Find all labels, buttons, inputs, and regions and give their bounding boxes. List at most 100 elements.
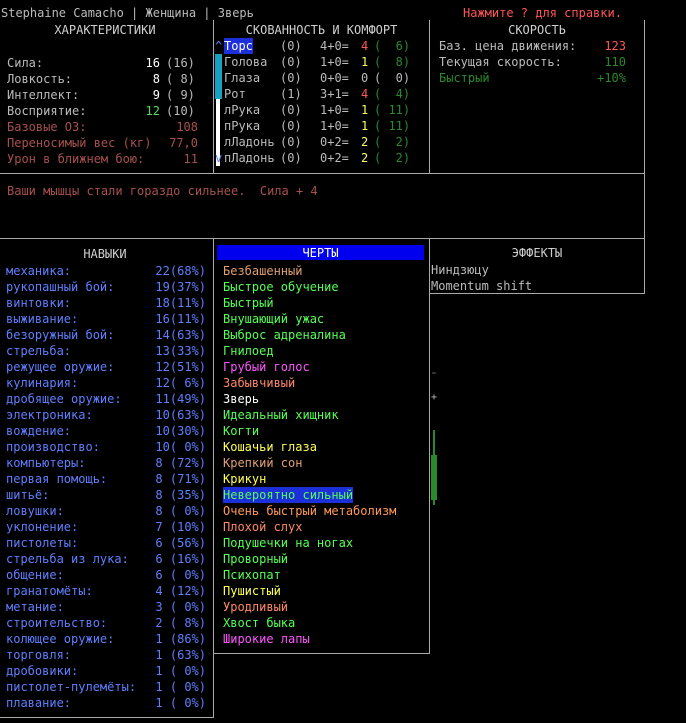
skill-row[interactable]: общение: 6 ( 0%) <box>0 567 210 583</box>
encumbrance-header[interactable]: СКОВАННОСТЬ И КОМФОРТ <box>214 22 429 38</box>
skill-row[interactable]: дробовики: 1 ( 0%) <box>0 663 210 679</box>
trait-row[interactable]: Гнилоед <box>214 343 427 359</box>
characteristics-header[interactable]: ХАРАКТЕРИСТИКИ <box>0 22 210 38</box>
trait-row[interactable]: Грубый голос <box>214 359 427 375</box>
encumbrance-panel: СКОВАННОСТЬ И КОМФОРТ ^ Торс (0) 4+0= 4( 6) … <box>213 20 430 174</box>
traits-scrollbar[interactable]: ¨ + <box>428 370 440 510</box>
trait-row[interactable]: Быстрый <box>214 295 427 311</box>
encumbrance-total: 4 <box>361 39 369 53</box>
scroll-up-arrow-icon[interactable]: ¨ <box>431 370 437 386</box>
skill-value: 8 (71%) <box>155 472 206 486</box>
trait-row[interactable]: Широкие лапы <box>214 631 427 647</box>
encumbrance-row[interactable]: v пЛадонь (0) 0+2= 2 ( 2) <box>214 150 428 166</box>
skill-name: уклонение: <box>6 520 79 534</box>
encumbrance-row[interactable]: ^ Торс (0) 4+0= 4 ( 6) <box>214 38 428 54</box>
body-part-label: Торс <box>224 38 253 54</box>
skill-row[interactable]: компьютеры: 8 (72%) <box>0 455 210 471</box>
trait-row[interactable]: Проворный <box>214 551 427 567</box>
stat-label: Восприятие: <box>7 104 87 118</box>
stat-extra-row: Урон в ближнем бою: 11 <box>0 151 210 167</box>
trait-row[interactable]: Крепкий сон <box>214 455 427 471</box>
trait-row[interactable]: Очень быстрый метаболизм <box>214 503 427 519</box>
encumbrance-row[interactable]: лРука (0) 1+0= 1 ( 11) <box>214 102 428 118</box>
trait-row[interactable]: Безбашенный <box>214 263 427 279</box>
trait-row[interactable]: Плохой слух <box>214 519 427 535</box>
trait-row[interactable]: Идеальный хищник <box>214 407 427 423</box>
encumbrance-row[interactable]: лЛадонь (0) 0+2= 2 ( 2) <box>214 134 428 150</box>
trait-row[interactable]: Хвост быка <box>214 615 427 631</box>
skill-row[interactable]: безоружный бой: 14(63%) <box>0 327 210 343</box>
skill-row[interactable]: метание: 3 ( 0%) <box>0 599 210 615</box>
trait-row[interactable]: Подушечки на ногах <box>214 535 427 551</box>
trait-row[interactable]: Психопат <box>214 567 427 583</box>
skill-row[interactable]: стрельба: 13(33%) <box>0 343 210 359</box>
trait-row[interactable]: Уродливый <box>214 599 427 615</box>
trait-name: Широкие лапы <box>223 632 310 646</box>
skill-row[interactable]: выживание: 16(11%) <box>0 311 210 327</box>
skill-row[interactable]: плавание: 1 ( 0%) <box>0 695 210 711</box>
trait-row[interactable]: Кошачьи глаза <box>214 439 427 455</box>
effects-header[interactable]: ЭФФЕКТЫ <box>430 245 644 261</box>
skill-name: шитьё: <box>6 488 50 502</box>
skill-row[interactable]: гранатомёты: 4 (12%) <box>0 583 210 599</box>
skill-row[interactable]: вождение: 10(30%) <box>0 423 210 439</box>
skill-name: дробовики: <box>6 664 79 678</box>
effect-row[interactable]: Momentum shift <box>430 278 644 294</box>
skill-row[interactable]: пистолет-пулемёты: 1 ( 0%) <box>0 679 210 695</box>
skill-row[interactable]: уклонение: 7 (10%) <box>0 519 210 535</box>
encumbrance-row[interactable]: пРука (0) 1+0= 1 ( 11) <box>214 118 428 134</box>
skill-row[interactable]: электроника: 10(63%) <box>0 407 210 423</box>
traits-header[interactable]: ЧЕРТЫ <box>214 245 427 261</box>
speed-header[interactable]: СКОРОСТЬ <box>430 22 644 38</box>
skill-value: 1 ( 0%) <box>155 680 206 694</box>
scroll-thumb[interactable] <box>431 455 437 500</box>
stat-row[interactable]: Ловкость: 8 ( 8) <box>0 71 210 87</box>
encumbrance-row[interactable]: Голова (0) 1+0= 1 ( 8) <box>214 54 428 70</box>
skill-row[interactable]: торговля: 1 (63%) <box>0 647 210 663</box>
stat-row[interactable]: Восприятие: 12 (10) <box>0 103 210 119</box>
help-hint[interactable]: Нажмите ? для справки. <box>463 5 622 21</box>
skill-name: колющее оружие: <box>6 632 115 646</box>
trait-row[interactable]: Быстрое обучение <box>214 279 427 295</box>
trait-name: Невероятно сильный <box>223 487 354 503</box>
trait-row[interactable]: Крикун <box>214 471 427 487</box>
trait-name: Гнилоед <box>223 344 274 358</box>
skill-row[interactable]: пистолеты: 6 (56%) <box>0 535 210 551</box>
trait-row[interactable]: Когти <box>214 423 427 439</box>
skill-value: 3 ( 0%) <box>155 600 206 614</box>
skill-row[interactable]: дробящее оружие: 11(49%) <box>0 391 210 407</box>
skill-row[interactable]: строительство: 2 ( 8%) <box>0 615 210 631</box>
skill-row[interactable]: колющее оружие: 1 (86%) <box>0 631 210 647</box>
skill-row[interactable]: первая помощь: 8 (71%) <box>0 471 210 487</box>
trait-row[interactable]: Забывчивый <box>214 375 427 391</box>
stat-row[interactable]: Сила: 16 (16) <box>0 55 210 71</box>
speed-row: Быстрый +10% <box>430 70 644 86</box>
encumbrance-row[interactable]: Глаза (0) 0+0= 0 ( 0) <box>214 70 428 86</box>
skill-row[interactable]: ловушки: 8 ( 0%) <box>0 503 210 519</box>
encumbrance-row[interactable]: Рот (1) 3+1= 4 ( 4) <box>214 86 428 102</box>
effect-row[interactable]: Ниндзюцу <box>430 262 644 278</box>
stat-row[interactable]: Интеллект: 9 ( 9) <box>0 87 210 103</box>
skill-row[interactable]: производство: 10( 0%) <box>0 439 210 455</box>
trait-row[interactable]: Невероятно сильный <box>214 487 427 503</box>
stat-base: (10) <box>166 104 195 118</box>
stat-extra-label: Переносимый вес (кг) <box>7 136 152 150</box>
skill-row[interactable]: винтовки: 18(11%) <box>0 295 210 311</box>
scroll-plus-icon[interactable]: + <box>431 390 437 406</box>
comfort-value: ( 2) <box>374 151 411 165</box>
trait-row[interactable]: Выброс адреналина <box>214 327 427 343</box>
comfort-value: ( 11) <box>374 119 411 133</box>
skill-row[interactable]: механика: 22(68%) <box>0 263 210 279</box>
stat-label: Интеллект: <box>7 88 80 102</box>
trait-row[interactable]: Зверь <box>214 391 427 407</box>
skill-row[interactable]: стрельба из лука: 6 (16%) <box>0 551 210 567</box>
skill-row[interactable]: рукопашный бой: 19(37%) <box>0 279 210 295</box>
trait-row[interactable]: Пушистый <box>214 583 427 599</box>
stat-base: (16) <box>166 56 195 70</box>
skill-row[interactable]: шитьё: 8 (35%) <box>0 487 210 503</box>
skill-row[interactable]: кулинария: 12( 6%) <box>0 375 210 391</box>
skills-header[interactable]: НАВЫКИ <box>0 246 210 262</box>
skill-row[interactable]: режущее оружие: 12(51%) <box>0 359 210 375</box>
trait-row[interactable]: Внушающий ужас <box>214 311 427 327</box>
encumbrance-total: 0 <box>361 71 369 85</box>
